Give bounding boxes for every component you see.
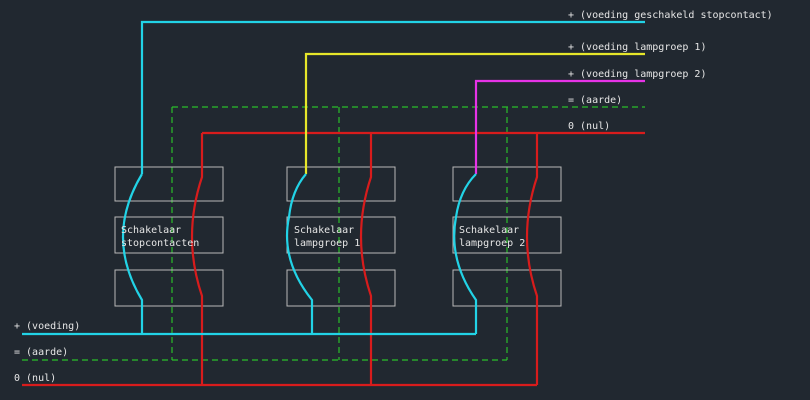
bottom-labels: + (voeding) = (aarde) 0 (nul) — [14, 321, 80, 384]
switch-2-label-line2: lampgroep 1 — [294, 238, 360, 249]
switch-2-contact-upper — [287, 173, 307, 218]
switch-labels: Schakelaar stopcontacten Schakelaar lamp… — [121, 225, 525, 249]
switch-1-label-line2: stopcontacten — [121, 238, 199, 249]
switch-2-top-box — [286, 166, 396, 202]
label-neutral-bottom: 0 (nul) — [14, 373, 56, 384]
label-earth-bottom: = (aarde) — [14, 347, 68, 358]
top-labels: + (voeding geschakeld stopcontact) + (vo… — [568, 10, 773, 132]
wiring-diagram-svg: + (voeding geschakeld stopcontact) + (vo… — [14, 10, 773, 387]
label-supply-lamp-group-1: + (voeding lampgroep 1) — [568, 42, 706, 53]
switch-3-label-line1: Schakelaar — [459, 225, 519, 236]
supply-bottom-wiring — [22, 173, 478, 336]
label-earth-top: = (aarde) — [568, 95, 622, 106]
neutral-wire-switch-2 — [359, 133, 373, 385]
switch-3-label-line2: lampgroep 2 — [459, 238, 525, 249]
label-supply-bottom: + (voeding) — [14, 321, 80, 332]
switch-1-label-line1: Schakelaar — [121, 225, 181, 236]
label-neutral-top: 0 (nul) — [568, 121, 610, 132]
switch-2-label-line1: Schakelaar — [294, 225, 354, 236]
wiring-diagram: + (voeding geschakeld stopcontact) + (vo… — [0, 0, 810, 400]
switch-1-contact — [121, 173, 144, 334]
label-supply-lamp-group-2: + (voeding lampgroep 2) — [568, 69, 706, 80]
switch-3-contact-upper — [454, 173, 477, 218]
neutral-wire-switch-3 — [525, 133, 539, 385]
switch-boxes — [114, 166, 562, 307]
label-supply-switched-outlet: + (voeding geschakeld stopcontact) — [568, 10, 773, 21]
neutral-wire-switch-1 — [190, 133, 204, 385]
